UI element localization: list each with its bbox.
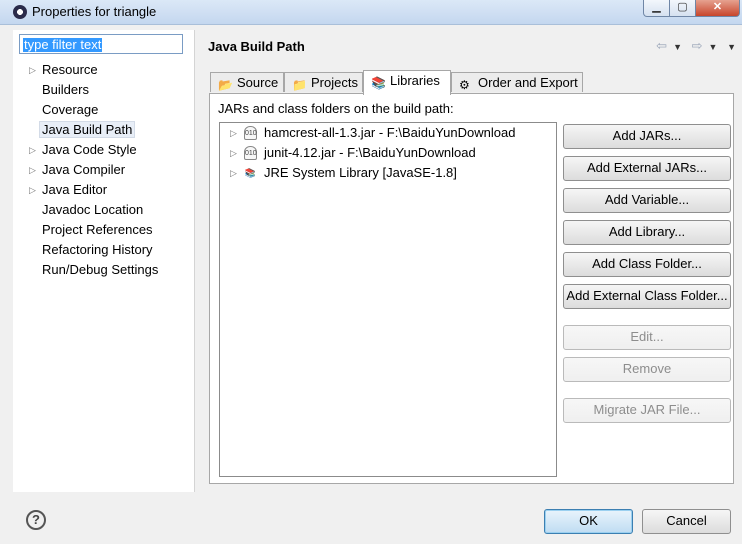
dialog-button-bar: ? OK Cancel (0, 492, 742, 544)
jar-icon: 010 (244, 126, 257, 140)
tree-item-java-compiler[interactable]: ▷ Java Compiler (13, 160, 194, 180)
expand-arrow-icon[interactable]: ▷ (29, 60, 36, 80)
maximize-button[interactable]: ▢ (669, 0, 696, 17)
ok-button[interactable]: OK (544, 509, 633, 534)
tree-item-java-editor[interactable]: ▷ Java Editor (13, 180, 194, 200)
tab-label: Source (237, 75, 279, 90)
page-title: Java Build Path (208, 39, 305, 54)
title-bar: Properties for triangle ▁ ▢ ✕ (0, 0, 742, 25)
library-item-jre[interactable]: ▷ 📚 JRE System Library [JavaSE-1.8] (220, 163, 556, 183)
minimize-button[interactable]: ▁ (643, 0, 670, 17)
tree-item-label: Refactoring History (42, 242, 153, 257)
back-dropdown-icon[interactable]: ▼ (673, 42, 682, 52)
library-item-label: hamcrest-all-1.3.jar - F:\BaiduYunDownlo… (264, 125, 516, 140)
tab-projects[interactable]: 📁 Projects (284, 72, 363, 92)
library-item-label: junit-4.12.jar - F:\BaiduYunDownload (264, 145, 476, 160)
tree-item-label: Java Build Path (39, 121, 136, 138)
remove-button[interactable]: Remove (563, 357, 731, 382)
forward-arrow-icon[interactable]: ⇨ (692, 38, 709, 53)
migrate-jar-button[interactable]: Migrate JAR File... (563, 398, 731, 423)
edit-button[interactable]: Edit... (563, 325, 731, 350)
libraries-tab-content: JARs and class folders on the build path… (209, 93, 734, 484)
add-class-folder-button[interactable]: Add Class Folder... (563, 252, 731, 277)
preference-tree-panel: type filter text ▷ Resource Builders Cov… (13, 30, 195, 492)
expand-arrow-icon[interactable]: ▷ (29, 140, 36, 160)
preference-tree: ▷ Resource Builders Coverage Java Build … (13, 60, 194, 280)
filter-input[interactable]: type filter text (23, 38, 103, 52)
tree-item-label: Java Compiler (42, 162, 126, 177)
tree-item-run-debug-settings[interactable]: Run/Debug Settings (13, 260, 194, 280)
page-navigation: ⇦▼ ⇨▼ ▼ (656, 38, 736, 54)
view-menu-icon[interactable]: ▼ (727, 42, 736, 52)
cancel-button[interactable]: Cancel (642, 509, 731, 534)
back-arrow-icon[interactable]: ⇦ (656, 38, 673, 53)
libraries-icon: 📚 (371, 76, 386, 90)
library-item-hamcrest[interactable]: ▷ 010 hamcrest-all-1.3.jar - F:\BaiduYun… (220, 123, 556, 143)
tab-source[interactable]: 📂 Source (210, 72, 284, 92)
tab-label: Order and Export (478, 75, 578, 90)
add-external-class-folder-button[interactable]: Add External Class Folder... (563, 284, 731, 309)
library-item-label: JRE System Library [JavaSE-1.8] (264, 165, 457, 180)
forward-dropdown-icon[interactable]: ▼ (709, 42, 718, 52)
library-icon: 📚 (244, 168, 257, 178)
section-label: JARs and class folders on the build path… (218, 101, 454, 116)
tab-label: Projects (311, 75, 358, 90)
tree-item-javadoc-location[interactable]: Javadoc Location (13, 200, 194, 220)
tree-item-refactoring-history[interactable]: Refactoring History (13, 240, 194, 260)
expand-arrow-icon[interactable]: ▷ (29, 180, 36, 200)
tree-item-label: Javadoc Location (42, 202, 144, 217)
tree-item-coverage[interactable]: Coverage (13, 100, 194, 120)
tree-item-label: Resource (42, 62, 98, 77)
tree-item-label: Java Editor (42, 182, 108, 197)
tree-item-project-references[interactable]: Project References (13, 220, 194, 240)
tab-order-and-export[interactable]: ⚙ Order and Export (451, 72, 583, 92)
eclipse-icon (13, 5, 27, 19)
library-item-junit[interactable]: ▷ 010 junit-4.12.jar - F:\BaiduYunDownlo… (220, 143, 556, 163)
tree-item-java-build-path[interactable]: Java Build Path (13, 120, 194, 140)
expand-arrow-icon[interactable]: ▷ (230, 143, 237, 163)
window-title: Properties for triangle (32, 4, 157, 19)
tree-item-builders[interactable]: Builders (13, 80, 194, 100)
jar-icon: 010 (244, 146, 257, 160)
add-external-jars-button[interactable]: Add External JARs... (563, 156, 731, 181)
add-jars-button[interactable]: Add JARs... (563, 124, 731, 149)
filter-field[interactable]: type filter text (19, 34, 183, 54)
tree-item-label: Run/Debug Settings (42, 262, 159, 277)
close-button[interactable]: ✕ (695, 0, 740, 17)
tree-item-label: Java Code Style (42, 142, 137, 157)
tab-label: Libraries (390, 73, 440, 88)
tree-item-resource[interactable]: ▷ Resource (13, 60, 194, 80)
tree-item-java-code-style[interactable]: ▷ Java Code Style (13, 140, 194, 160)
property-page: Java Build Path ⇦▼ ⇨▼ ▼ 📂 Source 📁 Proje… (195, 30, 742, 492)
library-list[interactable]: ▷ 010 hamcrest-all-1.3.jar - F:\BaiduYun… (219, 122, 557, 477)
expand-arrow-icon[interactable]: ▷ (230, 123, 237, 143)
help-icon[interactable]: ? (26, 510, 46, 530)
add-variable-button[interactable]: Add Variable... (563, 188, 731, 213)
expand-arrow-icon[interactable]: ▷ (29, 160, 36, 180)
add-library-button[interactable]: Add Library... (563, 220, 731, 245)
tree-item-label: Project References (42, 222, 153, 237)
expand-arrow-icon[interactable]: ▷ (230, 163, 237, 183)
tree-item-label: Coverage (42, 102, 99, 117)
tree-item-label: Builders (42, 82, 89, 97)
tab-libraries[interactable]: 📚 Libraries (363, 70, 451, 95)
